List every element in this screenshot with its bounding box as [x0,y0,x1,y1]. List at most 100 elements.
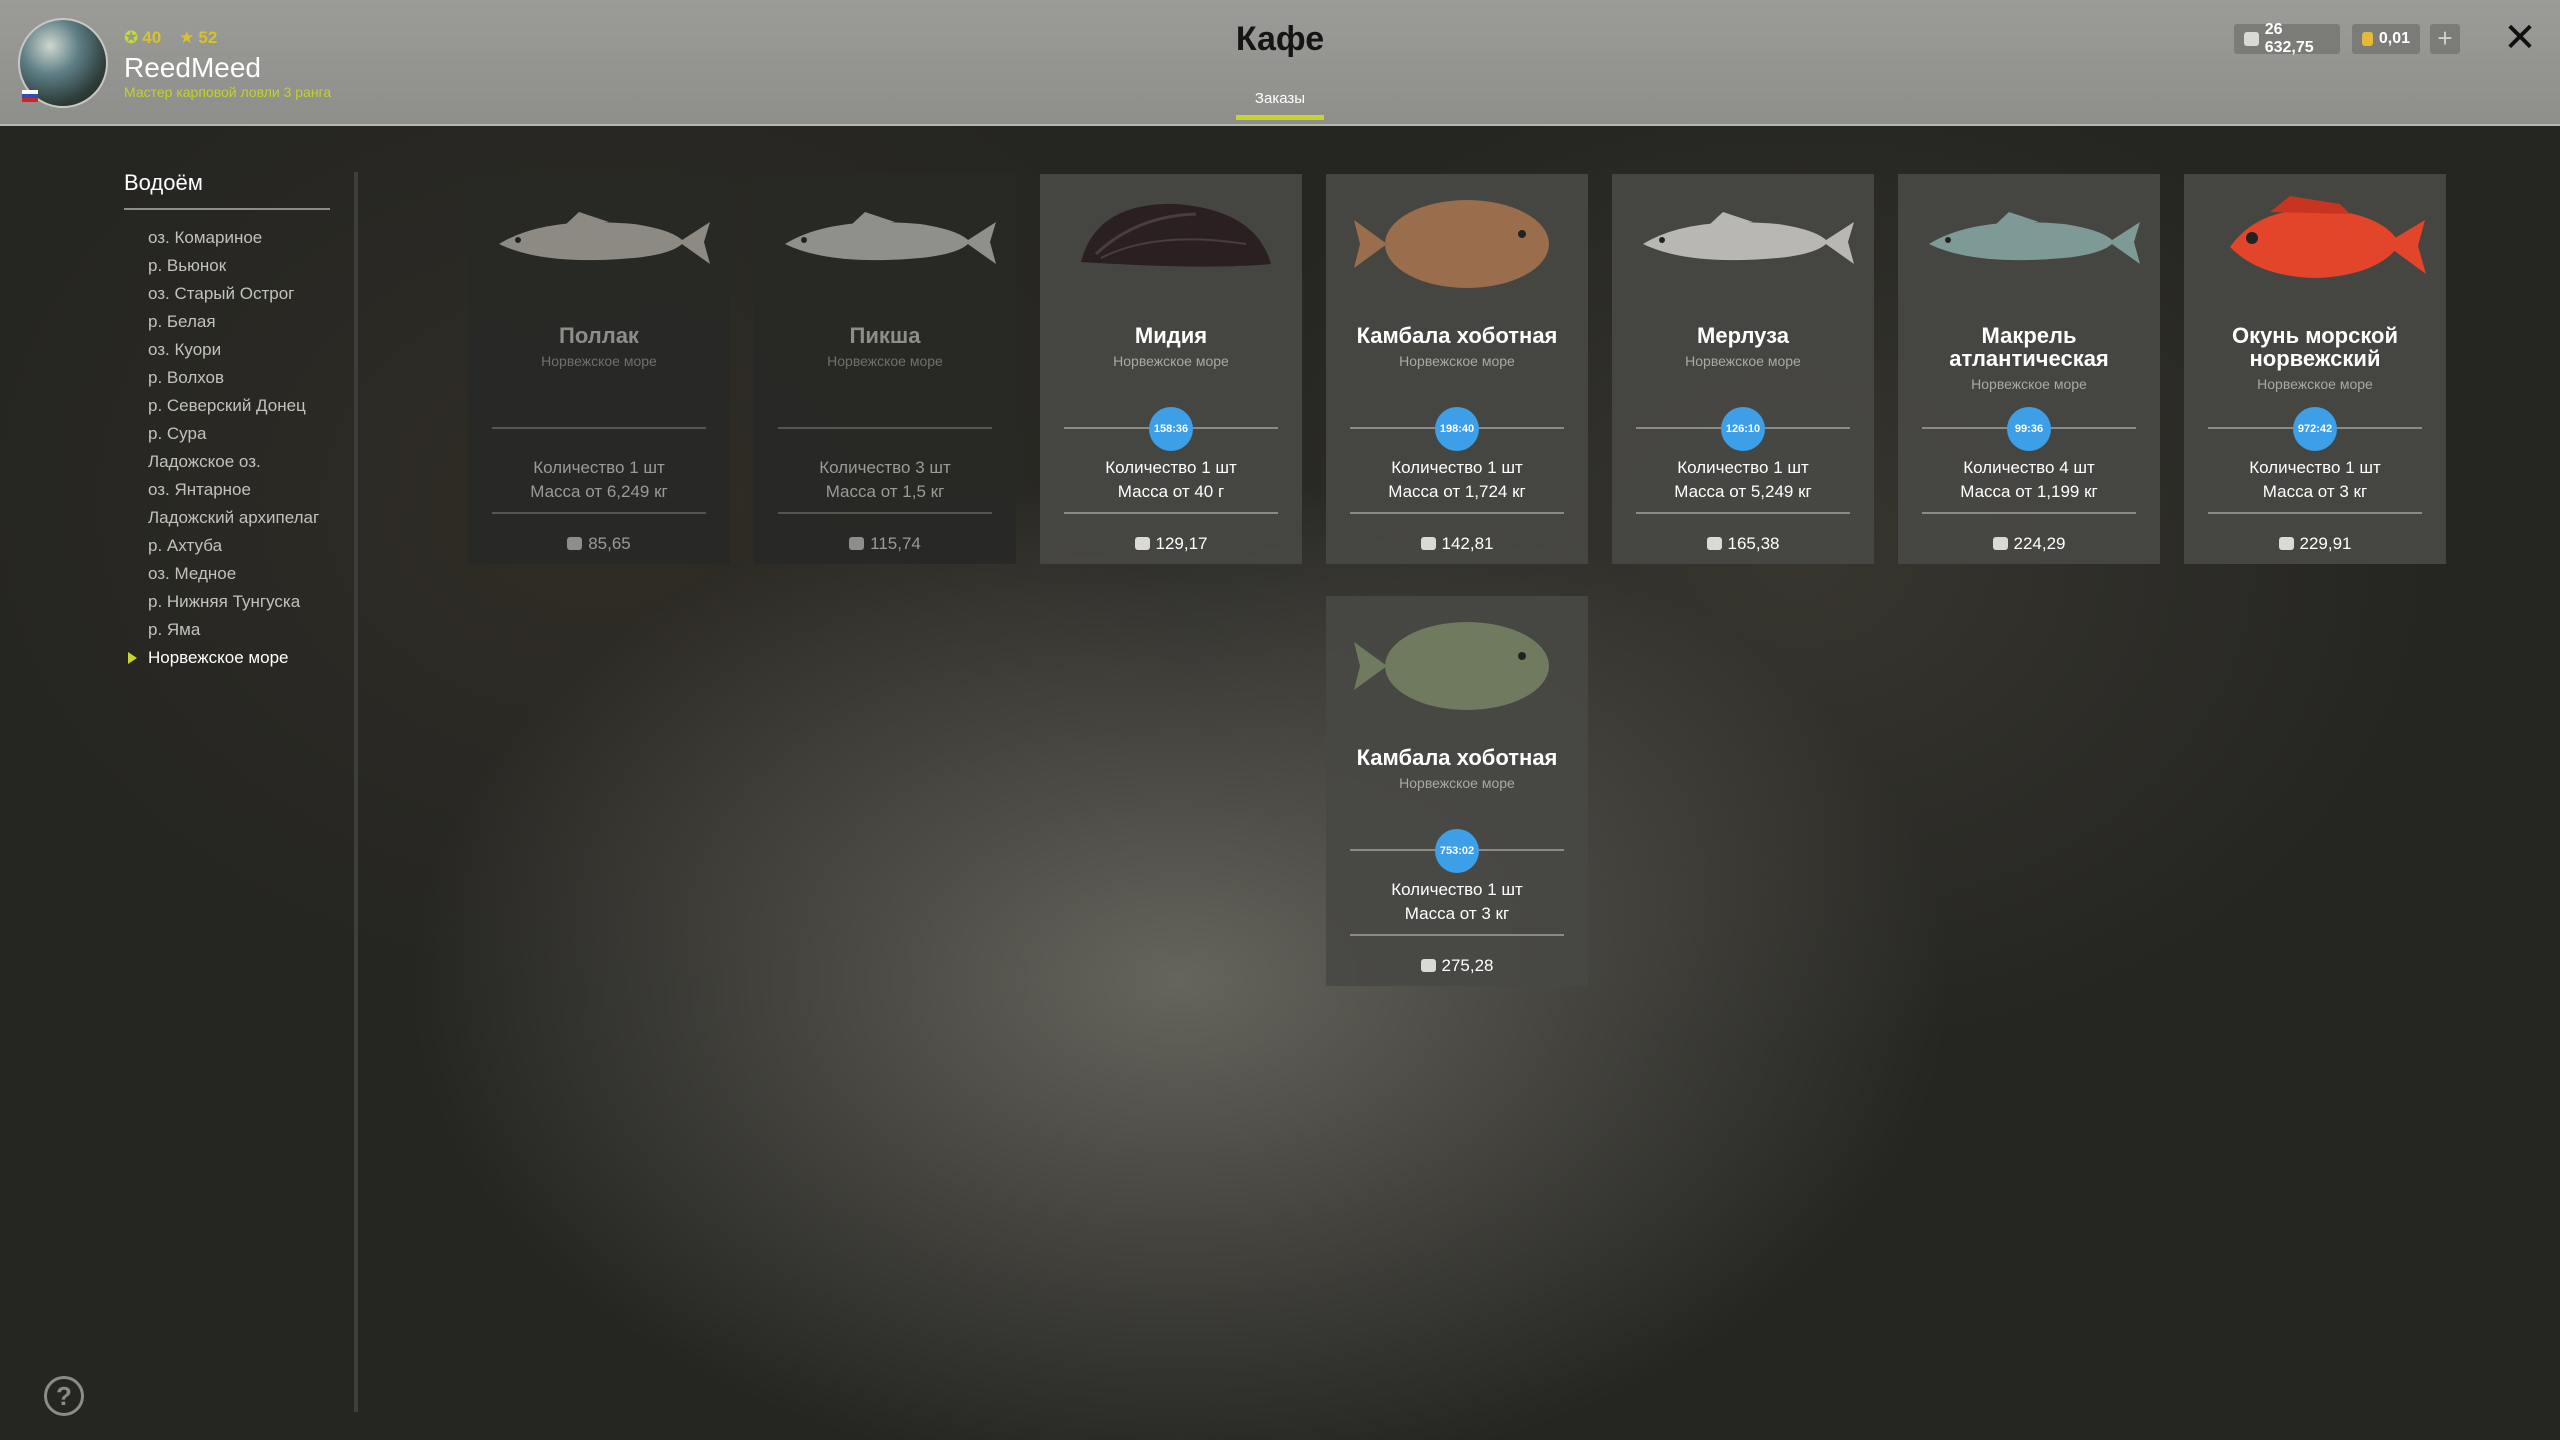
order-card[interactable]: Камбала хоботная Норвежское море 198:40 Кол… [1326,174,1588,564]
divider [1350,934,1564,936]
fish-location: Норвежское море [541,353,657,369]
order-mass: Масса от 1,724 кг [1388,482,1526,501]
order-card[interactable]: Окунь морской норвежский Норвежское море 9… [2184,174,2446,564]
order-price: 165,38 [1612,534,1874,554]
sidebar-item[interactable]: Норвежское море [124,644,356,672]
order-card[interactable]: Камбала хоботная Норвежское море 753:02 Кол… [1326,596,1588,986]
russia-flag-icon [22,90,38,102]
fish-image [785,212,996,264]
fish-image [1354,622,1549,710]
add-currency-button[interactable]: + [2430,24,2460,54]
silver-coin-icon [1992,537,2008,550]
order-quantity: Количество 1 шт [1391,458,1523,477]
divider [1636,512,1850,514]
sidebar-item-label: р. Нижняя Тунгуска [148,592,301,611]
sidebar-item-label: р. Вьюнок [148,256,227,275]
price-value: 85,65 [588,534,631,553]
order-card[interactable]: Пикша Норвежское море Количество 3 шт Масса… [754,174,1016,564]
fish-location: Норвежское море [1399,775,1515,791]
timer-badge: 198:40 [1435,407,1479,451]
order-card[interactable]: Поллак Норвежское море Количество 1 шт Масс… [468,174,730,564]
top-bar: ✪ 40 ★ 52 ReedMeed Мастер карповой ловли 3… [0,0,2560,126]
fish-location: Норвежское море [1399,353,1515,369]
sidebar-item[interactable]: р. Северский Донец [124,392,356,420]
sidebar-item[interactable]: р. Волхов [124,364,356,392]
sidebar-item[interactable]: Ладожский архипелаг [124,504,356,532]
silver-coin-icon [1134,537,1150,550]
fish-image [2230,196,2426,278]
order-quantity: Количество 3 шт [819,458,951,477]
fish-name-text: Камбала хоботная [1356,323,1558,348]
fish-name-text: Мидия [1134,323,1208,348]
sidebar-item-label: р. Яма [148,620,201,639]
gold-balance: 0,01 [2352,24,2420,54]
sidebar-item-label: оз. Комариное [148,228,263,247]
sidebar-item-label: оз. Янтарное [148,480,251,499]
divider [2208,512,2422,514]
fish-name: Камбала хоботная Норвежское море [1334,746,1580,795]
help-icon[interactable]: ? [44,1376,84,1416]
sidebar-item[interactable]: оз. Янтарное [124,476,356,504]
sidebar-item-label: Ладожское оз. [148,452,261,471]
fish-image [1081,203,1271,267]
fish-location: Норвежское море [1685,353,1801,369]
sidebar-item-label: р. Ахтуба [148,536,223,555]
order-card[interactable]: Мидия Норвежское море 158:36 Количество 1 ш… [1040,174,1302,564]
sidebar-item[interactable]: р. Вьюнок [124,252,356,280]
sidebar-title: Водоём [124,170,330,210]
order-quantity: Количество 1 шт [1105,458,1237,477]
silver-coin-icon [1420,959,1436,972]
order-card[interactable]: Макрель атлантическая Норвежское море 99:3… [1898,174,2160,564]
sidebar-item[interactable]: оз. Старый Острог [124,280,356,308]
sidebar-item[interactable]: Ладожское оз. [124,448,356,476]
sidebar-item-label: оз. Старый Острог [148,284,295,303]
page-title: Кафе [1235,20,1325,58]
order-mass: Масса от 40 г [1117,482,1225,501]
sidebar-item[interactable]: р. Белая [124,308,356,336]
sidebar-item[interactable]: р. Яма [124,616,356,644]
order-price: 142,81 [1326,534,1588,554]
tab-orders[interactable]: Заказы [1236,90,1324,120]
order-mass: Масса от 3 кг [2262,482,2368,501]
sidebar-item[interactable]: р. Сура [124,420,356,448]
fish-name: Окунь морской норвежский Норвежское море [2192,324,2438,396]
fish-name: Мидия Норвежское море [1048,324,1294,373]
fish-name-text: Поллак [559,323,639,348]
silver-coin-icon [849,537,865,550]
order-mass: Масса от 1,5 кг [825,482,945,501]
order-quantity: Количество 4 шт [1963,458,2095,477]
order-quantity: Количество 1 шт [2249,458,2381,477]
price-value: 224,29 [2013,534,2066,553]
player-rank: Мастер карповой ловли 3 ранга [124,84,332,100]
sidebar-item[interactable]: оз. Куори [124,336,356,364]
sidebar-item[interactable]: оз. Комариное [124,224,356,252]
fish-location: Норвежское море [2257,376,2373,392]
divider [492,512,706,514]
sidebar-item-label: Ладожский архипелаг [148,508,320,527]
sidebar-item-label: оз. Куори [148,340,222,359]
fish-image [1643,212,1854,264]
timer-badge: 753:02 [1435,829,1479,873]
fish-location: Норвежское море [1113,353,1229,369]
silver-coin-icon [1420,537,1436,550]
close-button[interactable]: ✕ [2500,18,2540,58]
sidebar-item[interactable]: р. Нижняя Тунгуска [124,588,356,616]
fish-name: Камбала хоботная Норвежское море [1334,324,1580,373]
fish-image [1929,212,2140,264]
order-card[interactable]: Мерлуза Норвежское море 126:10 Количество 1… [1612,174,1874,564]
timer-badge: 158:36 [1149,407,1193,451]
order-price: 224,29 [1898,534,2160,554]
sidebar-item[interactable]: р. Ахтуба [124,532,356,560]
divider [778,512,992,514]
order-price: 85,65 [468,534,730,554]
sidebar-item[interactable]: оз. Медное [124,560,356,588]
price-value: 275,28 [1441,956,1494,975]
divider [1350,512,1564,514]
fish-image [499,212,710,264]
order-mass: Масса от 3 кг [1404,904,1510,923]
sidebar-divider [354,172,358,1412]
fish-name-text: Пикша [849,323,921,348]
fish-image [1354,200,1549,288]
divider [1922,512,2136,514]
divider [778,427,992,429]
